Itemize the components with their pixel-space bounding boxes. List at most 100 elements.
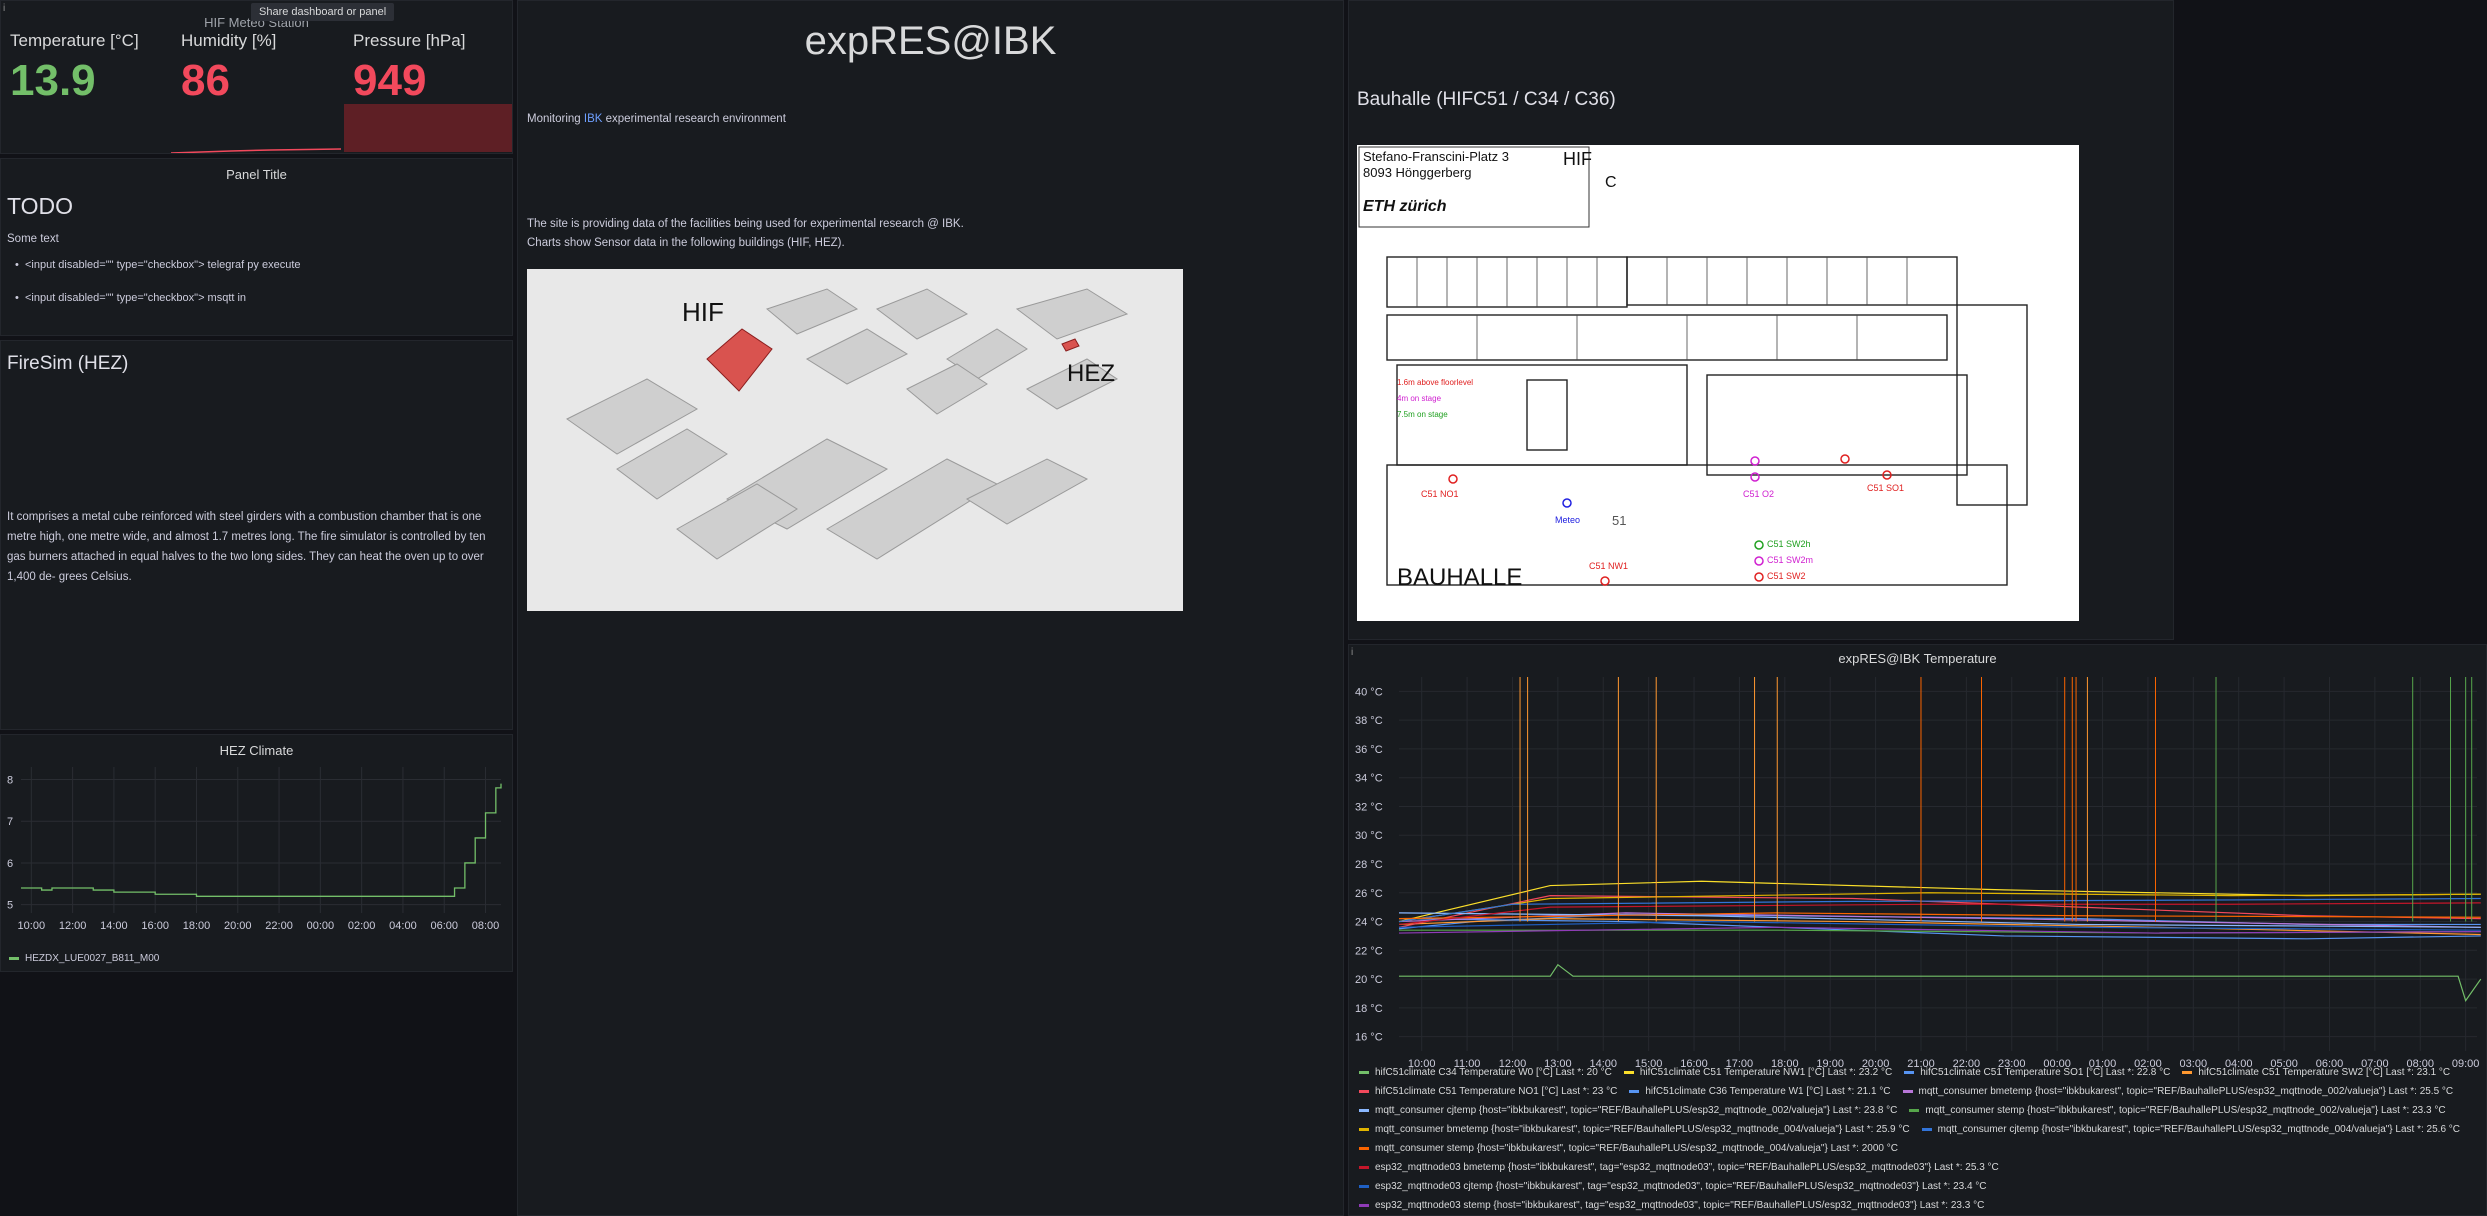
sensor-c51-sw2h: C51 SW2h [1767, 539, 1811, 549]
temp-legend-swatch [1629, 1089, 1640, 1093]
temp-legend-swatch [1359, 1070, 1369, 1074]
temperature-panel: i expRES@IBK Temperature 16 °C 18 °C 20 °C… [1348, 644, 2487, 1216]
temp-y-tick: 36 °C [1355, 744, 1383, 756]
pressure-sparkline-fill [344, 104, 512, 152]
temp-legend-item[interactable]: hifC51climate C36 Temperature W1 [°C] La… [1629, 1086, 1891, 1097]
temp-legend-item[interactable]: hifC51climate C51 Temperature NW1 [°C] L… [1623, 1067, 1893, 1078]
campus-map-image: HIF HEZ [527, 269, 1183, 611]
temp-y-tick: 34 °C [1355, 773, 1383, 785]
temp-legend-item[interactable]: hifC51climate C34 Temperature W0 [°C] La… [1359, 1067, 1612, 1078]
temp-legend-row: mqtt_consumer bmetemp {host="ibkbukarest… [1359, 1124, 2472, 1135]
temp-legend-item[interactable]: esp32_mqttnode03 bmetemp {host="ibkbukar… [1359, 1162, 1999, 1173]
hez-x-tick: 06:00 [430, 920, 458, 932]
expres-line1-pre: Monitoring [527, 113, 584, 125]
temp-legend-row: mqtt_consumer cjtemp {host="ibkbukarest"… [1359, 1105, 2458, 1116]
temp-legend-swatch [1359, 1203, 1369, 1207]
todo-item-1-text: <input disabled="" type="checkbox"> tele… [24, 259, 301, 271]
temp-y-tick: 28 °C [1355, 859, 1383, 871]
temp-legend-item[interactable]: mqtt_consumer cjtemp {host="ibkbukarest"… [1359, 1105, 1897, 1116]
temp-legend-row: hifC51climate C51 Temperature NO1 [°C] L… [1359, 1086, 2465, 1097]
expres-line3: Charts show Sensor data in the following… [527, 237, 845, 249]
temp-legend-label: esp32_mqttnode03 bmetemp {host="ibkbukar… [1375, 1162, 1999, 1173]
eth-logo: ETH zürich [1363, 198, 1447, 215]
temp-legend-swatch [2182, 1070, 2193, 1074]
temp-legend-label: hifC51climate C51 Temperature NO1 [°C] L… [1375, 1086, 1618, 1097]
plan-legend-2: 4m on stage [1397, 394, 1442, 403]
hez-x-tick: 18:00 [183, 920, 211, 932]
panel-info-icon[interactable]: i [3, 3, 5, 14]
todo-panel-title[interactable]: Panel Title [1, 167, 512, 182]
temp-legend-swatch [1359, 1127, 1369, 1131]
floor-plan-image: Stefano-Franscini-Platz 3 8093 Hönggerbe… [1357, 145, 2079, 621]
todo-heading: TODO [7, 193, 74, 219]
sensor-c51-sw2: C51 SW2 [1767, 571, 1806, 581]
humidity-stat: Humidity [%] 86 [181, 31, 276, 105]
todo-item-1: • <input disabled="" type="checkbox"> te… [15, 259, 301, 271]
temp-legend-label: hifC51climate C34 Temperature W0 [°C] La… [1375, 1067, 1612, 1078]
hez-x-tick: 20:00 [224, 920, 252, 932]
temperature-chart[interactable]: 16 °C 18 °C 20 °C 22 °C 24 °C 26 °C 28 °C 30 °C… [1349, 669, 2485, 1069]
temp-legend-swatch [1921, 1127, 1932, 1131]
firesim-heading: FireSim (HEZ) [7, 353, 129, 374]
expres-line2: The site is providing data of the facili… [527, 218, 964, 230]
temp-legend-swatch [1359, 1165, 1369, 1169]
plan-building-letter: C [1605, 174, 1617, 191]
expres-line1: Monitoring IBK experimental research env… [527, 109, 786, 129]
temp-legend-label: hifC51climate C51 Temperature SW2 [°C] L… [2198, 1067, 2451, 1078]
hez-x-tick: 22:00 [265, 920, 293, 932]
temp-legend-item[interactable]: hifC51climate C51 Temperature SW2 [°C] L… [2182, 1067, 2450, 1078]
temp-legend-swatch [1359, 1089, 1369, 1093]
temp-legend-row: esp32_mqttnode03 stemp {host="ibkbukares… [1359, 1200, 1996, 1211]
expres-panel: expRES@IBK Monitoring IBK experimental r… [517, 0, 1344, 1216]
temp-legend-item[interactable]: mqtt_consumer bmetemp {host="ibkbukarest… [1902, 1086, 2453, 1097]
hez-chart[interactable]: 5 6 7 8 10:00 12:00 14:00 16:00 18:00 20:00 22:00 0… [1, 763, 511, 933]
temp-y-tick: 30 °C [1355, 830, 1383, 842]
plan-building-code: HIF [1563, 149, 1592, 169]
sensor-c51-o2: C51 O2 [1743, 489, 1774, 499]
hez-x-tick: 12:00 [59, 920, 87, 932]
temp-legend-swatch [1359, 1184, 1369, 1188]
hez-panel-title[interactable]: HEZ Climate [1, 743, 512, 758]
hez-y-tick: 6 [7, 858, 13, 870]
hez-x-tick: 02:00 [348, 920, 376, 932]
temp-y-tick: 32 °C [1355, 801, 1383, 813]
todo-item-2: • <input disabled="" type="checkbox"> ms… [15, 292, 247, 304]
humidity-value: 86 [181, 56, 230, 105]
plan-address-1: Stefano-Franscini-Platz 3 [1363, 149, 1509, 164]
temp-legend-item[interactable]: mqtt_consumer stemp {host="ibkbukarest",… [1909, 1105, 2446, 1116]
humidity-sparkline [171, 148, 341, 153]
hez-y-tick: 8 [7, 775, 13, 787]
temp-legend-item[interactable]: esp32_mqttnode03 stemp {host="ibkbukares… [1359, 1200, 1984, 1211]
temp-y-tick: 22 °C [1355, 945, 1383, 957]
temp-legend-item[interactable]: hifC51climate C51 Temperature NO1 [°C] L… [1359, 1086, 1617, 1097]
temperature-panel-title[interactable]: expRES@IBK Temperature [1349, 651, 2486, 666]
pressure-label: Pressure [hPa] [353, 31, 466, 50]
temp-legend-label: hifC51climate C51 Temperature NW1 [°C] L… [1639, 1067, 1893, 1078]
hez-climate-panel: HEZ Climate 5 6 7 8 10:00 12:00 14:00 16:00 18:0… [0, 734, 513, 972]
temp-legend-item[interactable]: hifC51climate C51 Temperature SO1 [°C] L… [1904, 1067, 2170, 1078]
sensor-c51-so1: C51 SO1 [1867, 483, 1904, 493]
sensor-c51-sw2m: C51 SW2m [1767, 555, 1813, 565]
temp-legend-label: esp32_mqttnode03 stemp {host="ibkbukares… [1375, 1200, 1985, 1211]
hez-legend[interactable]: HEZDX_LUE0027_B811_M00 [9, 953, 159, 964]
temp-legend-item[interactable]: mqtt_consumer cjtemp {host="ibkbukarest"… [1921, 1124, 2460, 1135]
share-tooltip: Share dashboard or panel [251, 3, 395, 21]
hez-x-tick: 10:00 [18, 920, 46, 932]
sensor-meteo: Meteo [1555, 515, 1580, 525]
map-label-hez: HEZ [1067, 360, 1115, 387]
temp-legend-item[interactable]: mqtt_consumer stemp {host="ibkbukarest",… [1359, 1143, 1898, 1154]
temp-series-line [1398, 895, 2481, 928]
temp-legend-item[interactable]: esp32_mqttnode03 cjtemp {host="ibkbukare… [1359, 1181, 1987, 1192]
temp-legend-swatch [1909, 1108, 1920, 1112]
map-label-hif: HIF [682, 297, 724, 327]
temp-legend-label: mqtt_consumer cjtemp {host="ibkbukarest"… [1375, 1105, 1898, 1116]
temp-legend-row: hifC51climate C34 Temperature W0 [°C] La… [1359, 1067, 2462, 1078]
temp-legend-label: mqtt_consumer stemp {host="ibkbukarest",… [1375, 1143, 1898, 1154]
ibk-link[interactable]: IBK [584, 113, 603, 125]
temp-series-line [1399, 963, 2482, 1003]
temp-legend-swatch [1623, 1070, 1634, 1074]
temp-legend-item[interactable]: mqtt_consumer bmetemp {host="ibkbukarest… [1359, 1124, 1910, 1135]
temp-y-tick: 24 °C [1355, 917, 1383, 929]
hez-x-tick: 00:00 [307, 920, 335, 932]
bauhalle-panel: Bauhalle (HIFC51 / C34 / C36) Stefano-Fr… [1348, 0, 2174, 640]
